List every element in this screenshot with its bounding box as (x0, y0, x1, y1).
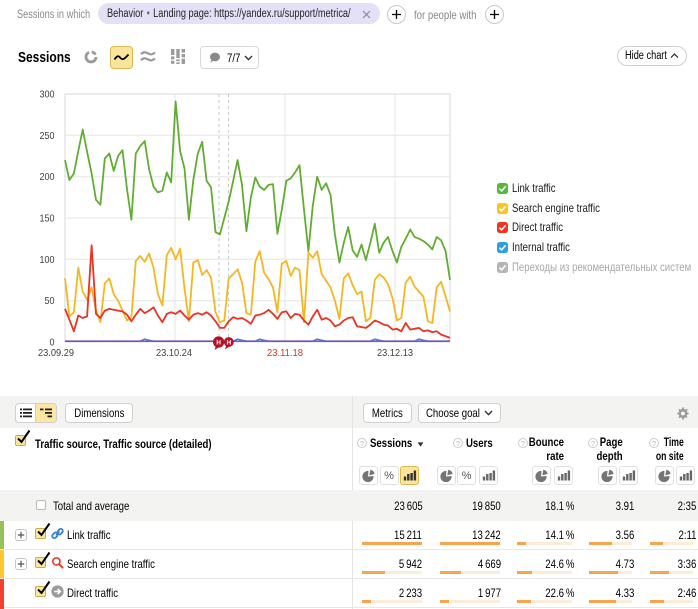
svg-text:23.10.24: 23.10.24 (156, 347, 192, 359)
svg-text:250: 250 (40, 130, 55, 142)
svg-text:50: 50 (45, 295, 55, 307)
svg-text:200: 200 (40, 171, 55, 183)
svg-text:23.12.13: 23.12.13 (377, 347, 413, 359)
svg-text:23.09.29: 23.09.29 (38, 347, 74, 359)
svg-text:23.11.18: 23.11.18 (267, 347, 303, 359)
svg-text:300: 300 (40, 89, 55, 101)
svg-text:H: H (216, 340, 221, 347)
svg-text:H: H (226, 340, 231, 347)
svg-text:150: 150 (40, 213, 55, 225)
svg-text:100: 100 (40, 254, 55, 266)
